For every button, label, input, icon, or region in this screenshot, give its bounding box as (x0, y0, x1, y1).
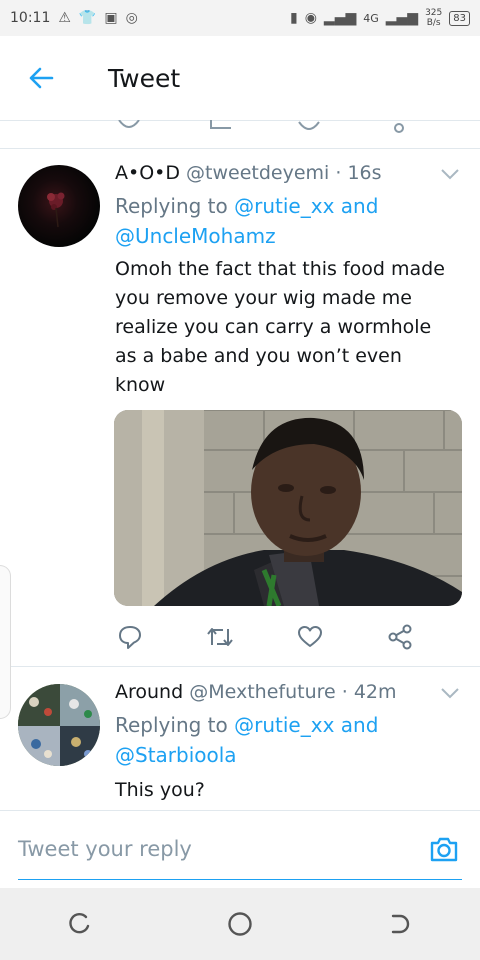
retweet-icon (207, 628, 233, 646)
reply-input-underline (18, 879, 462, 880)
network-type: 4G (363, 11, 379, 25)
vibrate-icon: ▮ (289, 10, 298, 26)
reply-user-link[interactable]: @UncleMohamz (115, 224, 276, 248)
tweet-photo[interactable] (114, 410, 462, 606)
replying-prefix: Replying to (115, 194, 228, 218)
previous-tweet-actions (0, 120, 480, 149)
home-icon (228, 912, 252, 936)
tweet-card[interactable]: A•O•D @tweetdeyemi · 16s Replying to @ru… (0, 148, 480, 666)
author-name[interactable]: A•O•D (115, 162, 180, 184)
signal-icon: ▂▄▆ (323, 10, 357, 26)
wifi-icon: ◉ (304, 10, 317, 26)
speed-value: 325 (425, 8, 443, 18)
share-button[interactable] (385, 622, 415, 652)
back-nav-icon (391, 914, 410, 934)
recents-icon (69, 912, 90, 934)
like-button[interactable] (295, 622, 325, 652)
chevron-down-icon[interactable] (440, 168, 460, 180)
photo-portrait (114, 410, 462, 606)
tweet-time: · 16s (335, 162, 382, 184)
camera-button[interactable] (428, 833, 460, 865)
replying-prefix: Replying to (115, 713, 228, 737)
tweet-text: Omoh the fact that this food made you re… (115, 255, 465, 400)
reply-user-link[interactable]: @rutie_xx (234, 713, 334, 737)
replying-to: Replying to @rutie_xx and @Starbioola (115, 710, 378, 770)
author-handle[interactable]: @Mexthefuture (189, 681, 335, 703)
speed-unit: B/s (426, 18, 441, 28)
page-title: Tweet (108, 63, 181, 93)
recents-button[interactable] (55, 899, 105, 949)
back-nav-button[interactable] (375, 899, 425, 949)
replying-to: Replying to @rutie_xx and @UncleMohamz (115, 191, 378, 251)
tweet-card[interactable]: Around @Mexthefuture · 42m Replying to @… (0, 667, 480, 810)
network-speed: 325 B/s (425, 8, 442, 28)
back-arrow-icon (29, 67, 54, 89)
previous-actions-icons (118, 120, 404, 133)
camera-icon (430, 837, 458, 862)
reply-input[interactable]: Tweet your reply (18, 837, 192, 861)
tweet-text-line: as a babe and you won’t even (115, 345, 402, 367)
status-time: 10:11 (10, 10, 51, 26)
reply-user-link[interactable]: @rutie_xx (234, 194, 334, 218)
tweet-header: Around @Mexthefuture · 42m (115, 681, 397, 703)
reply-icon (119, 626, 141, 649)
share-icon (388, 624, 412, 650)
reply-button[interactable] (115, 622, 145, 652)
like-icon (298, 626, 322, 647)
app-bar: Tweet (0, 36, 480, 121)
edge-panel-handle[interactable] (0, 565, 11, 719)
warning-icon: ⚠ (58, 10, 71, 26)
avatar-crowd-image (18, 684, 100, 766)
status-bar: 10:11 ⚠ 👕 ▣ ◎ ▮ ◉ ▂▄▆ 4G ▂▄▆ 325 B/s 83 (0, 0, 480, 36)
retweet-button[interactable] (205, 622, 235, 652)
tweet-text: This you? (115, 779, 205, 801)
tweet-text-line: Omoh the fact that this food made (115, 258, 445, 280)
reply-composer: Tweet your reply (0, 810, 480, 889)
signal2-icon: ▂▄▆ (385, 10, 419, 26)
back-button[interactable] (0, 36, 82, 120)
home-button[interactable] (215, 899, 265, 949)
tweet-time: · 42m (341, 681, 397, 703)
avatar-rose-image (47, 192, 65, 228)
reply-user-link[interactable]: @Starbioola (115, 743, 237, 767)
battery-indicator: 83 (449, 10, 470, 26)
avatar[interactable] (18, 684, 100, 766)
author-name[interactable]: Around (115, 681, 183, 703)
hotspot-icon: ◎ (125, 10, 138, 26)
tweet-text-line: realize you can carry a wormhole (115, 316, 432, 338)
author-handle[interactable]: @tweetdeyemi (186, 162, 329, 184)
tweet-text-line: you remove your wig made me (115, 287, 412, 309)
avatar[interactable] (18, 165, 100, 247)
reply-and: and (340, 713, 379, 737)
system-nav-bar (0, 888, 480, 960)
tshirt-icon: 👕 (78, 10, 97, 26)
outlook-icon: ▣ (104, 10, 118, 26)
tweet-text-line: know (115, 374, 166, 396)
reply-and: and (340, 194, 379, 218)
tweet-header: A•O•D @tweetdeyemi · 16s (115, 162, 382, 184)
chevron-down-icon[interactable] (440, 687, 460, 699)
tweet-actions (115, 622, 415, 652)
